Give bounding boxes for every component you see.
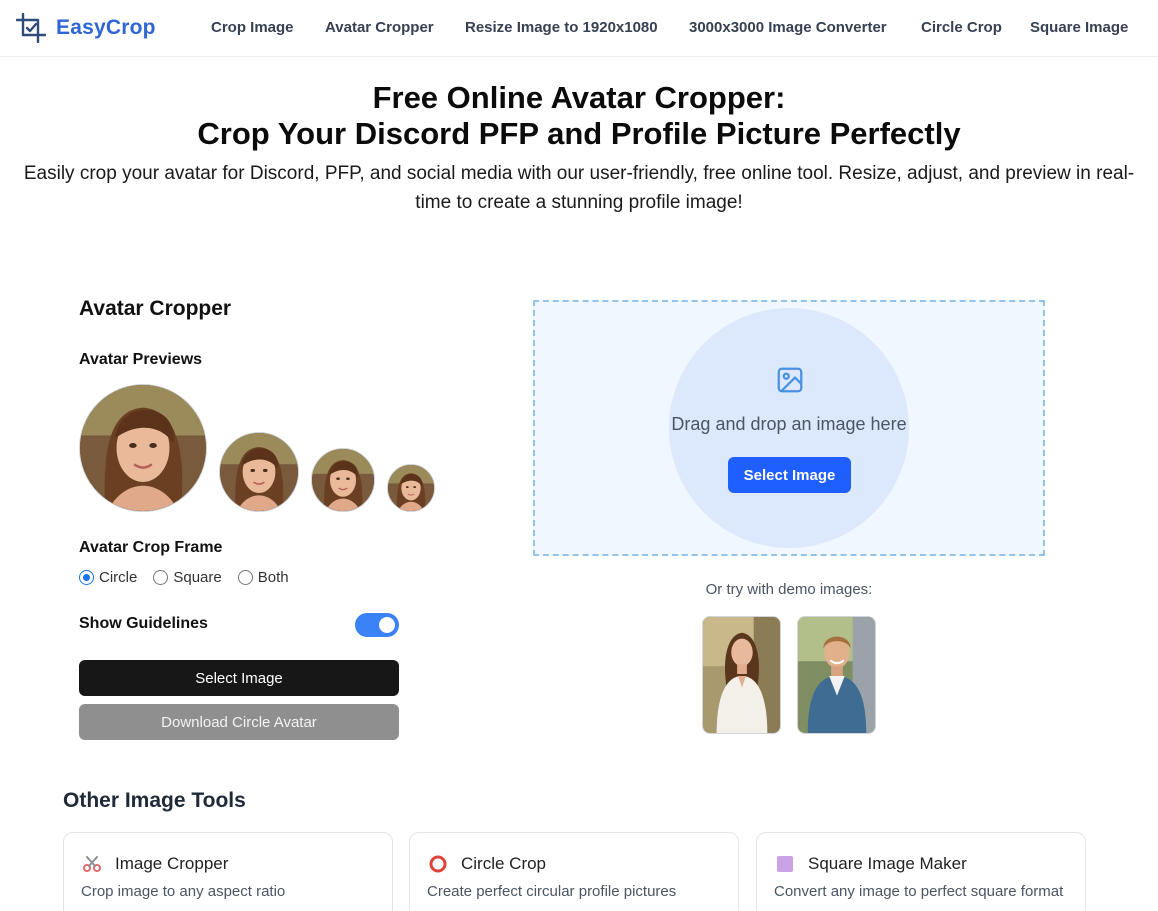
image-dropzone[interactable]: Drag and drop an image here Select Image — [533, 300, 1045, 556]
image-icon — [777, 367, 803, 393]
select-image-button[interactable]: Select Image — [79, 660, 399, 696]
square-icon — [774, 853, 796, 875]
demo-image-woman[interactable] — [702, 616, 781, 734]
avatar-preview-large — [79, 384, 207, 512]
radio-both-dot[interactable] — [237, 570, 253, 585]
avatar-preview-tiny — [387, 464, 435, 512]
demo-images-label: Or try with demo images: — [705, 581, 873, 598]
avatar-preview-small — [311, 448, 375, 512]
tool-card-desc: Create perfect circular profile pictures — [427, 883, 677, 900]
logo[interactable]: EasyCrop — [16, 13, 156, 43]
page-title: Free Online Avatar Cropper: Crop Your Di… — [197, 80, 961, 151]
tool-card-desc: Convert any image to perfect square form… — [774, 883, 1064, 900]
tool-card-square-image-maker[interactable]: Square Image Maker Convert any image to … — [756, 832, 1086, 911]
dropzone-text: Drag and drop an image here — [671, 414, 907, 434]
nav-avatar-cropper[interactable]: Avatar Cropper — [325, 19, 434, 36]
cropper-title: Avatar Cropper — [79, 297, 232, 320]
crop-frame-label: Avatar Crop Frame — [79, 539, 223, 556]
crop-frame-radio-group: Circle Square Both — [79, 569, 305, 586]
site-header: EasyCrop Crop Image Avatar Cropper Resiz… — [0, 0, 1158, 57]
circle-icon — [427, 853, 449, 875]
tool-card-title: Image Cropper — [115, 854, 229, 873]
tool-card-title: Square Image Maker — [808, 854, 967, 873]
radio-both[interactable]: Both — [237, 569, 289, 586]
tool-card-title: Circle Crop — [461, 854, 547, 873]
radio-square[interactable]: Square — [153, 569, 222, 586]
download-circle-avatar-button[interactable]: Download Circle Avatar — [79, 704, 399, 740]
crop-icon — [16, 13, 46, 43]
nav-resize-1920x1080[interactable]: Resize Image to 1920x1080 — [465, 19, 658, 36]
tool-card-circle-crop[interactable]: Circle Crop Create perfect circular prof… — [409, 832, 739, 911]
nav-circle-crop[interactable]: Circle Crop — [921, 19, 1002, 36]
show-guidelines-toggle[interactable] — [355, 613, 399, 637]
tool-card-image-cropper[interactable]: Image Cropper Crop image to any aspect r… — [63, 832, 393, 911]
other-tools-title: Other Image Tools — [63, 789, 246, 812]
nav-square-image[interactable]: Square Image — [1030, 19, 1128, 36]
tool-card-desc: Crop image to any aspect ratio — [81, 883, 286, 900]
radio-square-dot[interactable] — [153, 570, 169, 585]
nav-crop-image[interactable]: Crop Image — [211, 19, 294, 36]
toggle-knob — [379, 617, 395, 633]
dropzone-select-image-button[interactable]: Select Image — [728, 457, 851, 493]
demo-image-man[interactable] — [797, 616, 876, 734]
avatar-preview-medium — [219, 432, 299, 512]
radio-circle-dot[interactable] — [79, 570, 94, 585]
radio-circle[interactable]: Circle — [79, 569, 137, 586]
avatar-previews-label: Avatar Previews — [79, 351, 203, 368]
scissors-icon — [81, 853, 103, 875]
show-guidelines-label: Show Guidelines — [79, 615, 208, 632]
brand-name: EasyCrop — [56, 16, 156, 39]
nav-3000x3000-converter[interactable]: 3000x3000 Image Converter — [689, 19, 887, 36]
page-subtitle: Easily crop your avatar for Discord, PFP… — [23, 163, 1135, 213]
